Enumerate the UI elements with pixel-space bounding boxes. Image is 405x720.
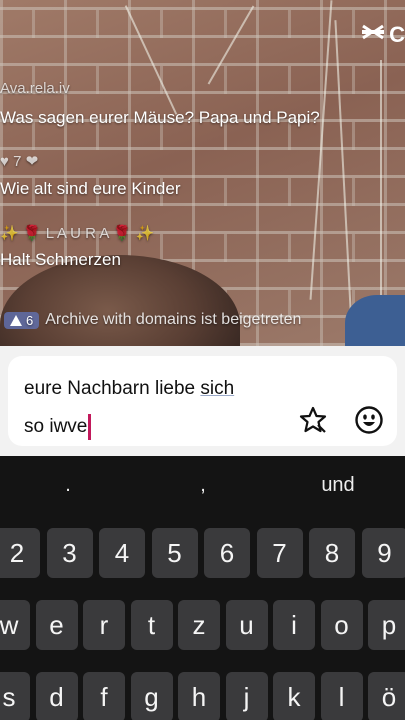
- key-d[interactable]: d: [35, 672, 78, 720]
- comment-text[interactable]: eure Nachbarn liebe sich so iwve: [24, 370, 284, 446]
- key-f[interactable]: f: [83, 672, 125, 720]
- key-2[interactable]: 2: [0, 528, 40, 578]
- key-8[interactable]: 8: [309, 528, 355, 578]
- key-7[interactable]: 7: [256, 528, 303, 578]
- key-p[interactable]: p: [368, 600, 405, 650]
- letter-row-middle: sdfghjklö: [0, 672, 405, 720]
- sticker-button[interactable]: [297, 404, 329, 436]
- key-o[interactable]: o: [320, 600, 363, 650]
- key-6[interactable]: 6: [204, 528, 250, 578]
- triangle-icon: [10, 314, 22, 326]
- suggestion-item[interactable]: und: [278, 474, 398, 497]
- key-5[interactable]: 5: [151, 528, 198, 578]
- chat-username: Ava.rela.iv: [0, 80, 70, 97]
- key-z[interactable]: z: [178, 600, 220, 650]
- logo-text: C: [389, 22, 405, 47]
- key-4[interactable]: 4: [99, 528, 145, 578]
- chat-username: ✨ 🌹 L A U R A 🌹 ✨: [0, 225, 155, 242]
- emoji-icon: [355, 406, 383, 434]
- text-caret: [88, 413, 92, 440]
- suggestion-bar: ., und: [0, 456, 405, 518]
- key-e[interactable]: e: [35, 600, 78, 650]
- join-action: ist beigetreten: [200, 311, 302, 328]
- key-w[interactable]: w: [0, 600, 30, 650]
- sticker-icon: [299, 406, 327, 433]
- key-t[interactable]: t: [130, 600, 173, 650]
- key-u[interactable]: u: [225, 600, 268, 650]
- keyboard: ., und 23456789 wertzuiop sdfghjklö: [0, 456, 405, 720]
- capcut-logo: C: [361, 22, 405, 48]
- light-wire: [380, 60, 382, 320]
- join-badge: 6: [4, 311, 40, 329]
- emoji-button[interactable]: [353, 404, 385, 436]
- number-row: 23456789: [0, 528, 405, 580]
- comment-panel: eure Nachbarn liebe sich so iwve: [0, 346, 405, 456]
- key-s[interactable]: s: [0, 672, 30, 720]
- badge-count: 6: [26, 312, 34, 328]
- chat-username: ♥ 7 ❤: [0, 153, 39, 170]
- comment-line2: so iwve: [24, 416, 88, 437]
- comment-line1: eure Nachbarn liebe: [24, 378, 201, 399]
- key-j[interactable]: j: [225, 672, 268, 720]
- background-object: [345, 295, 405, 346]
- capcut-logo-icon: [361, 23, 385, 47]
- chat-message: Halt Schmerzen: [0, 250, 121, 269]
- join-notification: 6 Archive with domains ist beigetreten: [0, 308, 301, 332]
- key-9[interactable]: 9: [361, 528, 405, 578]
- join-user: Archive with domains: [45, 311, 197, 328]
- suggestion-item[interactable]: .: [8, 474, 128, 497]
- key-g[interactable]: g: [130, 672, 173, 720]
- key-ö[interactable]: ö: [368, 672, 405, 720]
- letter-row-top: wertzuiop: [0, 600, 405, 652]
- suggestion-item[interactable]: ,: [143, 474, 263, 497]
- key-h[interactable]: h: [178, 672, 220, 720]
- comment-line1-word: sich: [200, 378, 235, 399]
- key-k[interactable]: k: [273, 672, 315, 720]
- key-3[interactable]: 3: [46, 528, 93, 578]
- key-l[interactable]: l: [320, 672, 363, 720]
- key-r[interactable]: r: [83, 600, 125, 650]
- chat-message: Wie alt sind eure Kinder: [0, 179, 181, 198]
- live-video: C Ava.rela.iv Was sagen eurer Mäuse? Papa…: [0, 0, 405, 346]
- chat-message: Was sagen eurer Mäuse? Papa und Papi?: [0, 108, 320, 127]
- comment-input[interactable]: eure Nachbarn liebe sich so iwve: [8, 356, 397, 446]
- key-i[interactable]: i: [273, 600, 315, 650]
